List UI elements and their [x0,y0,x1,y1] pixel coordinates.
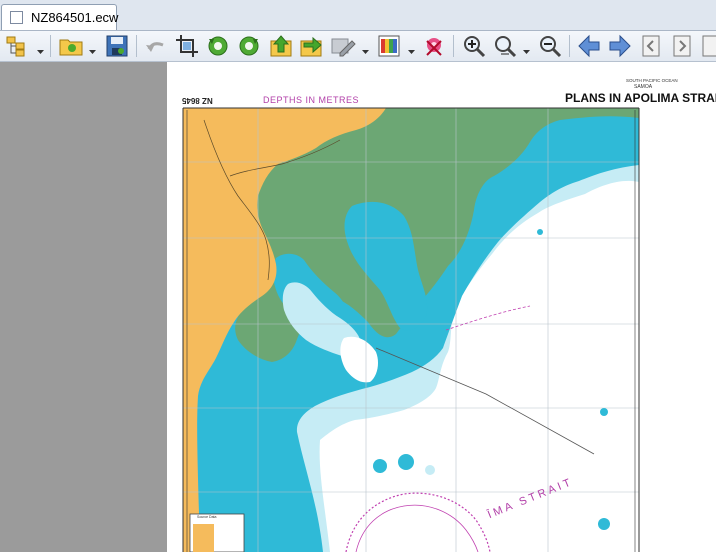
chart-title: PLANS IN APOLIMA STRAIT [565,91,716,105]
chart-number: NZ 8645 [182,96,213,105]
reef [373,459,387,473]
country-label: SAMOA [634,84,653,90]
region-label: SOUTH PACIFIC OCEAN [626,78,678,83]
inset-label: Source Data [197,515,217,519]
nautical-chart [182,107,640,552]
depth-units-label: DEPTHS IN METRES [263,95,360,105]
